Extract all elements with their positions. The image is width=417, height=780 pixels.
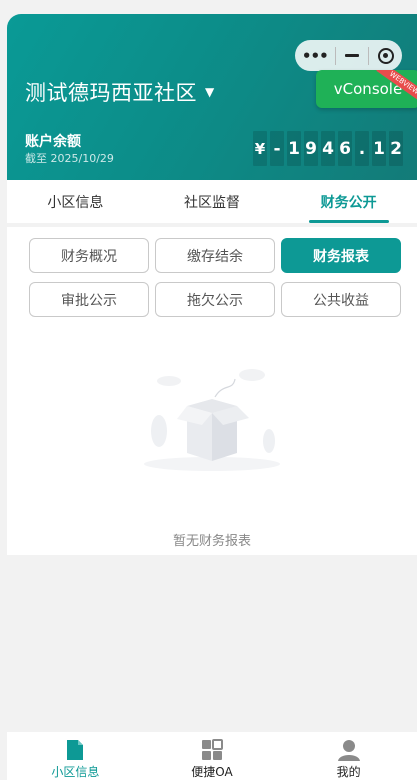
more-icon[interactable]: •••	[295, 47, 335, 65]
miniprogram-capsule: •••	[295, 40, 402, 71]
community-name: 测试德玛西亚社区	[25, 81, 197, 105]
arrears-notice-button[interactable]: 拖欠公示	[155, 282, 275, 317]
user-icon	[337, 740, 360, 761]
nav-community-info[interactable]: 小区信息	[7, 732, 144, 780]
tab-finance-public[interactable]: 财务公开	[280, 180, 417, 223]
balance-digit: 9	[304, 131, 318, 166]
nav-label: 便捷OA	[191, 765, 233, 779]
nav-quick-oa[interactable]: 便捷OA	[144, 732, 281, 780]
balance-digit: -	[270, 131, 284, 166]
tab-community-info[interactable]: 小区信息	[7, 180, 144, 223]
nav-label: 小区信息	[51, 765, 100, 779]
bottom-nav: 小区信息 便捷OA 我的	[7, 732, 417, 780]
balance-digit: ¥	[253, 131, 267, 166]
balance-digit: 1	[372, 131, 386, 166]
balance-digit: 2	[389, 131, 403, 166]
empty-state-text: 暂无财务报表	[172, 534, 251, 549]
caret-down-icon: ▼	[205, 85, 215, 99]
balance-date: 截至 2025/10/29	[25, 152, 114, 165]
finance-panel: 财务概况 缴存结余 财务报表 审批公示 拖欠公示 公共收益 暂无财务报表	[7, 227, 417, 555]
app-screen: 测试德玛西亚社区 ▼ ••• vConsole WEBVIEW 账户余额 截至 …	[7, 14, 417, 780]
tab-community-supervision[interactable]: 社区监督	[144, 180, 281, 223]
grid-icon	[202, 739, 223, 760]
balance-display: ¥ - 1 9 4 6 . 1 2	[253, 131, 403, 166]
balance-label: 账户余额	[25, 134, 81, 150]
main-tabs: 小区信息 社区监督 财务公开	[7, 180, 417, 223]
deposit-balance-button[interactable]: 缴存结余	[155, 238, 275, 273]
close-target-icon[interactable]	[369, 47, 402, 64]
public-revenue-button[interactable]: 公共收益	[281, 282, 401, 317]
finance-category-buttons: 财务概况 缴存结余 财务报表 审批公示 拖欠公示 公共收益	[29, 238, 401, 317]
balance-digit: .	[355, 131, 369, 166]
finance-overview-button[interactable]: 财务概况	[29, 238, 149, 273]
nav-label: 我的	[336, 765, 361, 779]
community-selector[interactable]: 测试德玛西亚社区 ▼	[25, 77, 215, 107]
empty-box-illustration	[144, 369, 280, 471]
balance-digit: 6	[338, 131, 352, 166]
nav-mine[interactable]: 我的	[280, 732, 417, 780]
vconsole-button[interactable]: vConsole WEBVIEW	[316, 70, 417, 108]
balance-digit: 1	[287, 131, 301, 166]
document-icon	[67, 740, 84, 760]
vconsole-label: vConsole	[333, 80, 403, 98]
financial-statements-button[interactable]: 财务报表	[281, 238, 401, 273]
approval-notice-button[interactable]: 审批公示	[29, 282, 149, 317]
balance-digit: 4	[321, 131, 335, 166]
minimize-icon[interactable]	[336, 54, 369, 57]
header: 测试德玛西亚社区 ▼ ••• vConsole WEBVIEW 账户余额 截至 …	[7, 14, 417, 180]
